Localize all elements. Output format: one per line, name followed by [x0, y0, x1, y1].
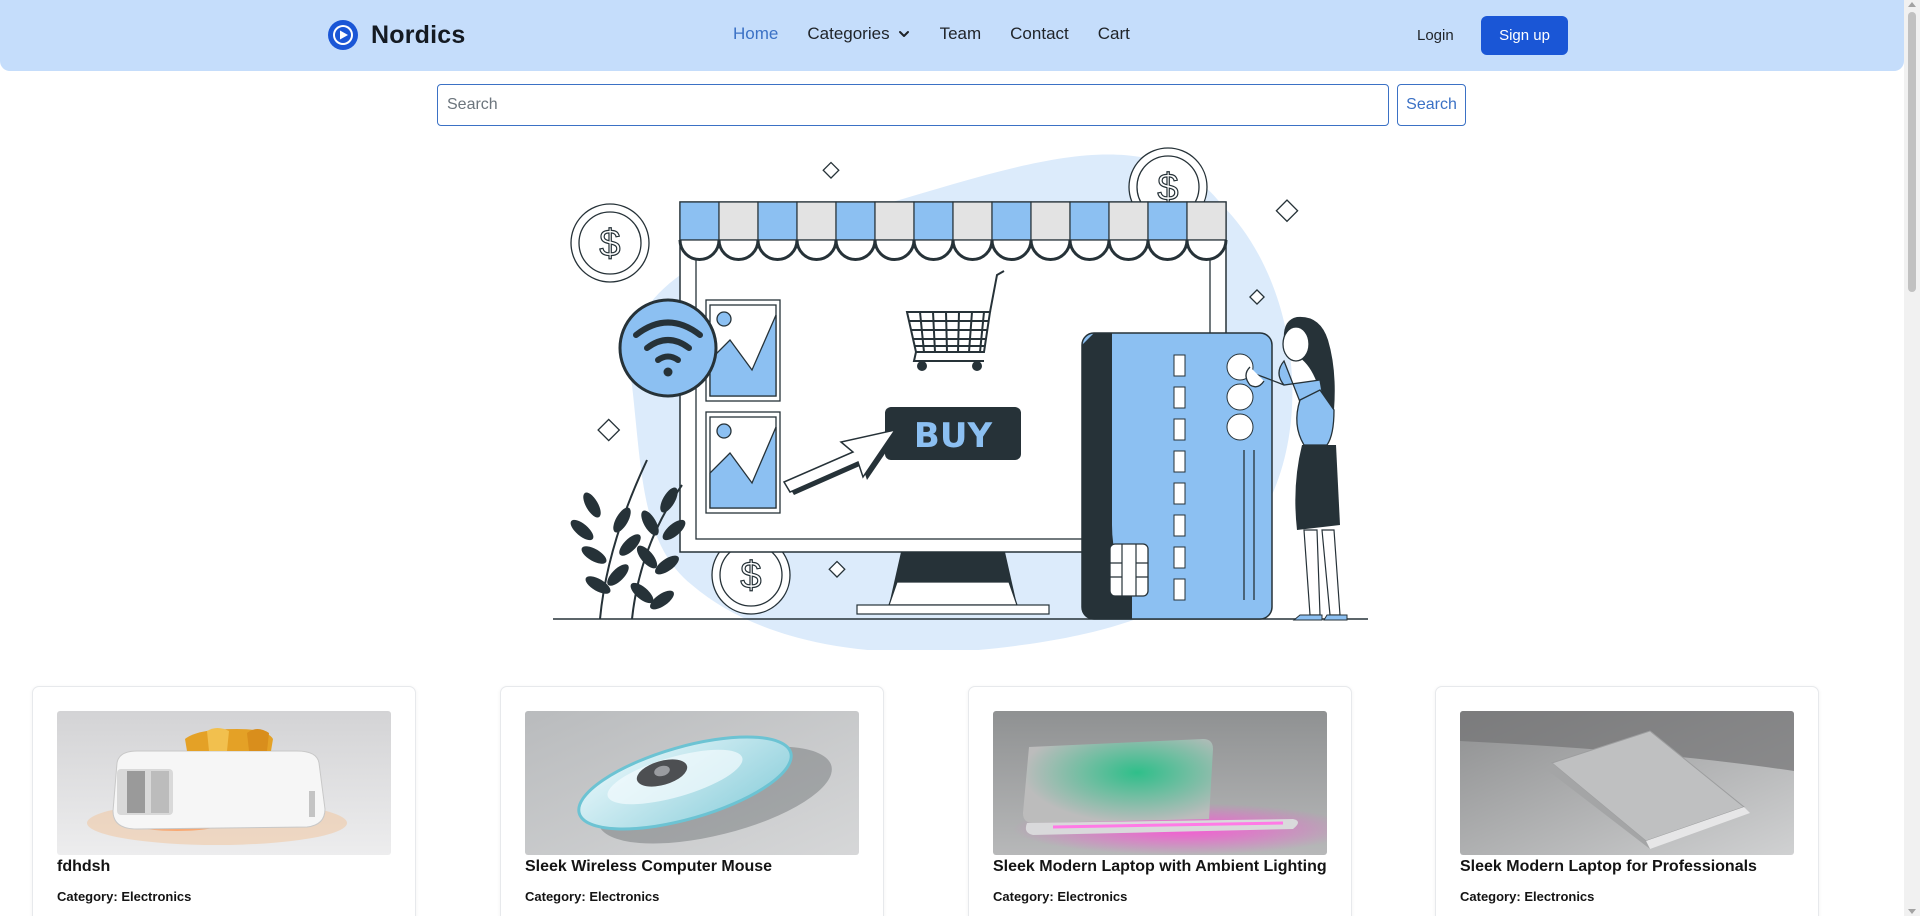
nav-categories[interactable]: Categories	[807, 24, 910, 44]
product-category-label: Category:	[525, 889, 586, 904]
product-category-value: Electronics	[1524, 889, 1595, 904]
product-category-value: Electronics	[1057, 889, 1128, 904]
scrollbar-thumb[interactable]	[1908, 12, 1916, 292]
product-title[interactable]: Sleek Wireless Computer Mouse	[525, 858, 772, 876]
product-category-label: Category:	[57, 889, 118, 904]
product-category: Category: Electronics	[993, 889, 1127, 904]
login-link[interactable]: Login	[1417, 27, 1454, 44]
buy-button-graphic: BUY	[885, 407, 1021, 460]
online-store-illustration: $ $ $ BUY	[553, 147, 1368, 650]
product-category: Category: Electronics	[525, 889, 659, 904]
wifi-icon	[618, 298, 718, 398]
mouse-image	[525, 711, 859, 855]
product-image[interactable]	[57, 711, 391, 855]
product-card[interactable]: Sleek Wireless Computer Mouse Category: …	[500, 686, 884, 916]
svg-text:$: $	[740, 555, 761, 597]
laptop-pro-image	[1460, 711, 1794, 855]
search-button[interactable]: Search	[1397, 84, 1466, 126]
product-image[interactable]	[993, 711, 1327, 855]
page-scrollbar[interactable]	[1904, 0, 1920, 916]
product-category-label: Category:	[1460, 889, 1521, 904]
nav-home[interactable]: Home	[733, 24, 778, 44]
signup-button[interactable]: Sign up	[1481, 16, 1568, 55]
nav-cart[interactable]: Cart	[1098, 24, 1130, 44]
product-image[interactable]	[1460, 711, 1794, 855]
search-input[interactable]	[437, 84, 1389, 126]
laptop-ambient-image	[993, 711, 1327, 855]
image-placeholder-icon	[705, 411, 781, 514]
product-category: Category: Electronics	[57, 889, 191, 904]
brand-name: Nordics	[371, 20, 466, 49]
play-circle-icon	[328, 20, 358, 50]
product-title[interactable]: Sleek Modern Laptop for Professionals	[1460, 858, 1757, 876]
scroll-up-icon[interactable]	[1908, 2, 1916, 7]
top-navbar: Nordics Home Categories Team Contact Car…	[0, 0, 1904, 71]
svg-text:$: $	[599, 223, 620, 265]
dollar-coin-icon: $	[570, 203, 650, 283]
product-image[interactable]	[525, 711, 859, 855]
toaster-image	[57, 711, 391, 855]
product-category: Category: Electronics	[1460, 889, 1594, 904]
credit-card-graphic	[1081, 332, 1273, 620]
product-category-label: Category:	[993, 889, 1054, 904]
nav-team[interactable]: Team	[940, 24, 982, 44]
product-title[interactable]: fdhdsh	[57, 858, 110, 876]
scroll-down-icon[interactable]	[1908, 909, 1916, 914]
nav-categories-label: Categories	[807, 24, 890, 43]
product-title[interactable]: Sleek Modern Laptop with Ambient Lightin…	[993, 858, 1327, 876]
nav-menu: Home Categories Team Contact Cart	[733, 24, 1159, 44]
brand-link[interactable]: Nordics	[327, 19, 465, 51]
product-card[interactable]: fdhdsh Category: Electronics	[32, 686, 416, 916]
chevron-down-icon	[898, 31, 909, 37]
product-card[interactable]: Sleek Modern Laptop with Ambient Lightin…	[968, 686, 1352, 916]
product-category-value: Electronics	[589, 889, 660, 904]
svg-text:BUY: BUY	[914, 416, 993, 456]
product-category-value: Electronics	[121, 889, 192, 904]
product-card[interactable]: Sleek Modern Laptop for Professionals Ca…	[1435, 686, 1819, 916]
nav-contact[interactable]: Contact	[1010, 24, 1069, 44]
